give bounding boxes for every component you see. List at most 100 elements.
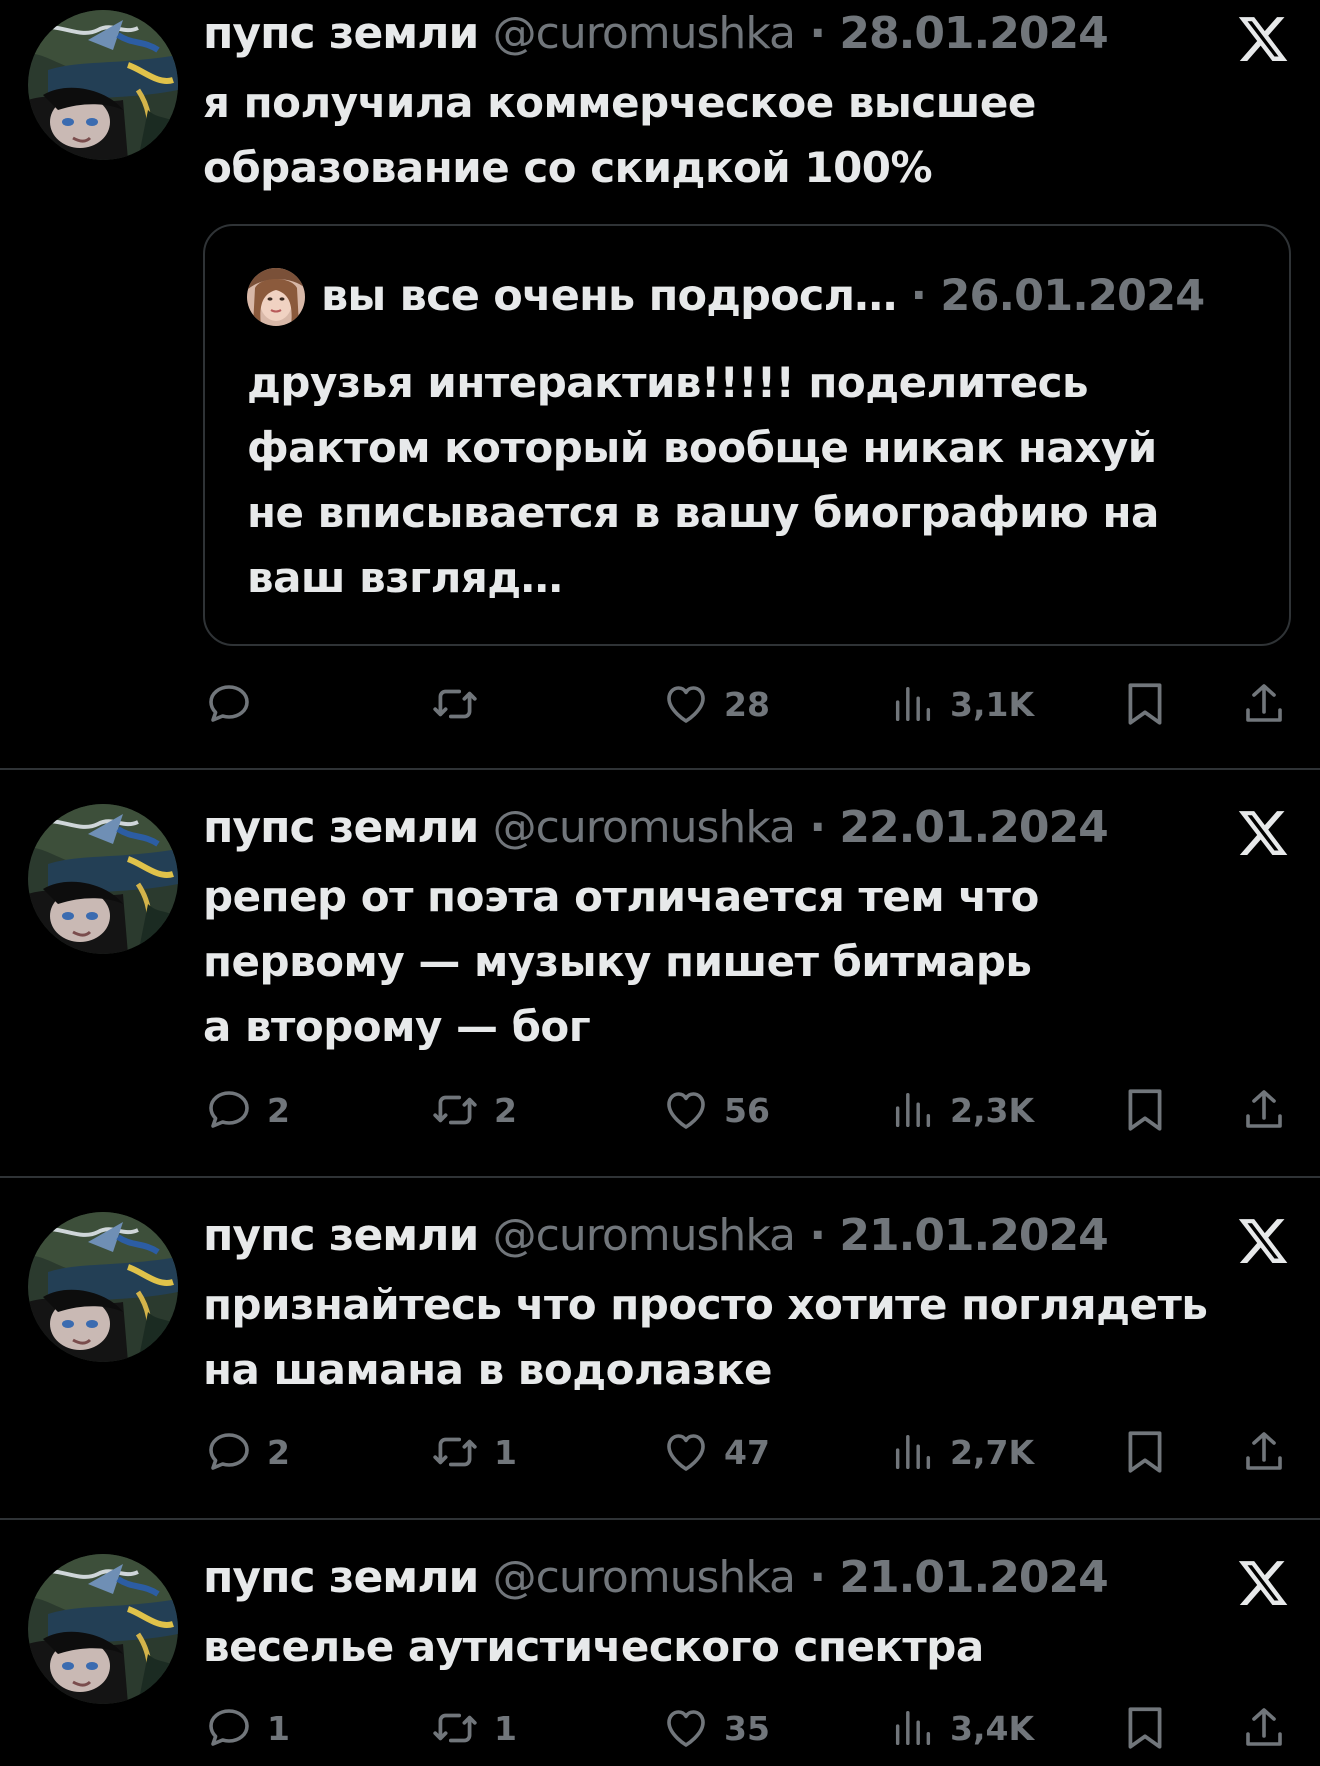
reply-icon	[205, 1428, 253, 1476]
views-button[interactable]: 2,7K	[890, 1424, 1034, 1480]
share-icon	[1240, 680, 1288, 728]
share-button[interactable]	[1240, 1082, 1288, 1138]
share-button[interactable]	[1240, 1700, 1288, 1756]
author-handle[interactable]: @curomushka	[493, 1552, 796, 1603]
action-bar: 2 1 47 2,7K	[0, 1424, 1320, 1480]
views-count: 3,4K	[950, 1708, 1035, 1748]
like-button[interactable]: 47	[662, 1424, 770, 1480]
heart-icon	[662, 1704, 710, 1752]
like-count: 28	[724, 684, 770, 724]
views-icon	[890, 1705, 936, 1751]
retweet-icon	[430, 679, 480, 729]
avatar[interactable]	[28, 1554, 178, 1704]
bookmark-icon	[1120, 679, 1170, 729]
reply-button[interactable]: 2	[205, 1424, 290, 1480]
separator: ·	[809, 802, 826, 853]
like-button[interactable]: 35	[662, 1700, 770, 1756]
reply-count: 2	[267, 1090, 290, 1130]
author-name[interactable]: пупс земли	[203, 802, 479, 853]
tweet-header: пупс земли @curomushka · 28.01.2024	[203, 4, 1200, 64]
retweet-button[interactable]	[430, 676, 494, 732]
reply-icon	[205, 1704, 253, 1752]
quoted-text-line: не вписывается в вашу биографию на	[247, 488, 1159, 537]
x-logo-icon	[1236, 1214, 1290, 1268]
retweet-icon	[430, 1703, 480, 1753]
share-icon	[1240, 1704, 1288, 1752]
views-button[interactable]: 3,4K	[890, 1700, 1034, 1756]
tweet-header: пупс земли @curomushka · 21.01.2024	[203, 1548, 1200, 1608]
quoted-text-line: фактом который вообще никак нахуй	[247, 423, 1157, 472]
bookmark-button[interactable]	[1120, 1700, 1170, 1756]
author-name[interactable]: пупс земли	[203, 8, 479, 59]
share-button[interactable]	[1240, 1424, 1288, 1480]
action-bar: 1 1 35 3,4K	[0, 1700, 1320, 1756]
quoted-header: вы все очень подросл… · 26.01.2024	[321, 266, 1205, 326]
action-bar: 28 3,1K	[0, 676, 1320, 732]
retweet-count: 1	[494, 1432, 517, 1472]
author-handle[interactable]: @curomushka	[493, 802, 796, 853]
reply-button[interactable]: 1	[205, 1700, 290, 1756]
separator: ·	[809, 8, 826, 59]
retweet-count: 1	[494, 1708, 517, 1748]
tweet-date[interactable]: 21.01.2024	[839, 1210, 1108, 1261]
share-icon	[1240, 1086, 1288, 1134]
tweet-header: пупс земли @curomushka · 21.01.2024	[203, 1206, 1200, 1266]
bookmark-icon	[1120, 1703, 1170, 1753]
avatar[interactable]	[28, 1212, 178, 1362]
author-handle[interactable]: @curomushka	[493, 8, 796, 59]
bookmark-button[interactable]	[1120, 676, 1170, 732]
views-button[interactable]: 2,3K	[890, 1082, 1034, 1138]
heart-icon	[662, 680, 710, 728]
views-icon	[890, 1087, 936, 1133]
tweet-text-line: веселье аутистического спектра	[203, 1622, 984, 1671]
tweet-4[interactable]: пупс земли @curomushka · 21.01.2024 весе…	[0, 1520, 1320, 1766]
author-name[interactable]: пупс земли	[203, 1552, 479, 1603]
quoted-avatar	[247, 268, 305, 326]
retweet-button[interactable]: 1	[430, 1424, 517, 1480]
reply-button[interactable]: 2	[205, 1082, 290, 1138]
like-button[interactable]: 28	[662, 676, 770, 732]
retweet-button[interactable]: 2	[430, 1082, 517, 1138]
quoted-text-line: друзья интерактив!!!!! поделитесь	[247, 358, 1089, 407]
tweet-3[interactable]: пупс земли @curomushka · 21.01.2024 приз…	[0, 1178, 1320, 1518]
quoted-tweet[interactable]: вы все очень подросл… · 26.01.2024 друзь…	[203, 224, 1291, 646]
avatar[interactable]	[28, 804, 178, 954]
x-logo-icon	[1236, 1556, 1290, 1610]
views-count: 2,7K	[950, 1432, 1035, 1472]
tweet-text: признайтесь что просто хотите поглядеть …	[203, 1272, 1303, 1402]
heart-icon	[662, 1086, 710, 1134]
views-count: 3,1K	[950, 684, 1035, 724]
reply-count: 1	[267, 1708, 290, 1748]
avatar[interactable]	[28, 10, 178, 160]
retweet-icon	[430, 1427, 480, 1477]
heart-icon	[662, 1428, 710, 1476]
tweet-text-line: признайтесь что просто хотите поглядеть	[203, 1280, 1208, 1329]
tweet-1[interactable]: пупс земли @curomushka · 28.01.2024 я по…	[0, 0, 1320, 768]
retweet-button[interactable]: 1	[430, 1700, 517, 1756]
x-logo-icon	[1236, 806, 1290, 860]
bookmark-icon	[1120, 1427, 1170, 1477]
share-button[interactable]	[1240, 676, 1288, 732]
reply-icon	[205, 680, 253, 728]
quoted-author-name: вы все очень подросл…	[321, 271, 897, 321]
views-icon	[890, 1429, 936, 1475]
author-handle[interactable]: @curomushka	[493, 1210, 796, 1261]
tweet-text-line: репер от поэта отличается тем что	[203, 872, 1039, 921]
retweet-count: 2	[494, 1090, 517, 1130]
reply-button[interactable]	[205, 676, 267, 732]
author-name[interactable]: пупс земли	[203, 1210, 479, 1261]
action-bar: 2 2 56 2,3K	[0, 1082, 1320, 1138]
bookmark-button[interactable]	[1120, 1082, 1170, 1138]
tweet-date[interactable]: 21.01.2024	[839, 1552, 1108, 1603]
tweet-2[interactable]: пупс земли @curomushka · 22.01.2024 репе…	[0, 770, 1320, 1176]
tweet-date[interactable]: 22.01.2024	[839, 802, 1108, 853]
tweet-header: пупс земли @curomushka · 22.01.2024	[203, 798, 1200, 858]
like-count: 35	[724, 1708, 770, 1748]
bookmark-button[interactable]	[1120, 1424, 1170, 1480]
tweet-date[interactable]: 28.01.2024	[839, 8, 1108, 59]
tweet-text: репер от поэта отличается тем что первом…	[203, 864, 1303, 1059]
separator: ·	[809, 1552, 826, 1603]
reply-count: 2	[267, 1432, 290, 1472]
like-button[interactable]: 56	[662, 1082, 770, 1138]
views-button[interactable]: 3,1K	[890, 676, 1034, 732]
